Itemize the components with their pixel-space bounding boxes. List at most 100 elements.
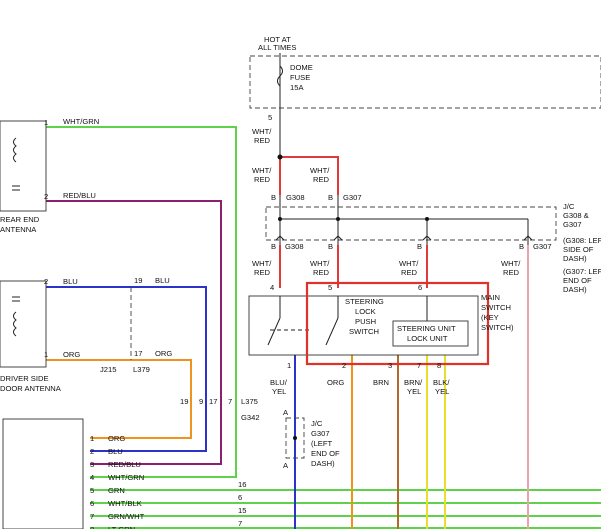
label-wht-red: RED [401,268,418,277]
connector-g342: G342 [241,413,260,422]
pin-1: 1 [287,361,291,370]
connector-b: B [328,242,333,251]
connector-g307: G307 [343,193,362,202]
lower-right-pin: 6 [238,493,242,502]
fuse-label-2: FUSE [290,73,310,82]
pin-a: A [283,461,289,470]
lower-right-pin: 16 [238,480,246,489]
connector-b: B [271,242,276,251]
rear-antenna-label: ANTENNA [0,225,37,234]
label-red-blu: RED/BLU [63,191,96,200]
label-wht-red: WHT/ [501,259,521,268]
label-wht-red: WHT/ [252,259,272,268]
label-blk-yel: BLK/ [433,378,450,387]
lower-wire-label: RED/BLU [108,460,141,469]
label-wht-red: WHT/ [310,259,330,268]
lower-wire-label: GRN [108,486,125,495]
jc-top-label: (G308: LEFT [563,236,601,245]
jc-top-box [265,206,557,241]
lower-wire-label: WHT/GRN [108,473,144,482]
driver-antenna-label: DOOR ANTENNA [0,384,62,393]
lower-pin: 8 [90,525,94,529]
label-wht-red: RED [313,268,330,277]
power-header-2: ALL TIMES [258,43,296,52]
lower-pin: 6 [90,499,94,508]
label-blu: BLU [63,277,78,286]
pin-2: 2 [342,361,346,370]
connector-g307: G307 [533,242,552,251]
label-brn-yel: YEL [407,387,421,396]
pin-5: 5 [328,283,332,292]
connector-b: B [271,193,276,202]
wire-wht-grn [46,126,237,478]
lower-pin: 3 [90,460,94,469]
steering-unit-label: STEERING UNIT [397,324,456,333]
pin-2: 2 [44,277,48,286]
jc-bottom-label: (LEFT [311,439,332,448]
lower-wire-label: BLU [108,447,123,456]
label-blk-yel: YEL [435,387,449,396]
wire-red-blu [46,200,222,465]
label-wht-red: WHT/ [252,127,272,136]
connector-b: B [519,242,524,251]
jc-top-label: J/C [563,202,575,211]
label-wht-red: WHT/ [310,166,330,175]
label-brn-yel: BRN/ [404,378,423,387]
pin-4: 4 [270,283,274,292]
lower-right-pin: 7 [238,519,242,528]
lower-wire-label: WHT/BLK [108,499,142,508]
label-org: ORG [155,349,172,358]
jc-bottom-label: DASH) [311,459,335,468]
pin-17: 17 [134,349,142,358]
connector-j215: J215 [100,365,116,374]
lower-connector-rows: 1 ORG 2 BLU 3 RED/BLU 4 WHT/GRN 5 GRN 6 WHT/BLK 7 GRN… [90,434,145,529]
pin-19: 19 [180,397,188,406]
pin-19: 19 [134,276,142,285]
steering-label: LOCK [355,307,376,316]
lower-pin: 4 [90,473,94,482]
jc-top-label: G308 & [563,211,589,220]
pin-17: 17 [209,397,217,406]
lower-wire-label: LT GRN [108,525,135,529]
label-blu-yel: YEL [272,387,286,396]
pin-7: 7 [417,361,421,370]
pin-2: 2 [44,192,48,201]
jc-top-label: DASH) [563,254,587,263]
connector-g308: G308 [285,242,304,251]
steering-unit-label: LOCK UNIT [407,334,448,343]
wire-wht-red-top [280,156,339,195]
pin-a: A [283,408,289,417]
power-pin: 5 [268,113,272,122]
main-switch-label: MAIN [481,293,500,302]
rear-antenna-box [0,120,47,212]
label-brn: BRN [373,378,389,387]
label-wht-red: RED [254,175,271,184]
fuse-label-3: 15A [290,83,304,92]
pin-3: 3 [388,361,392,370]
jc-top-label: SIDE OF [563,245,594,254]
jc-top-label: END OF [563,276,592,285]
jc-top-label: G307 [563,220,582,229]
rear-antenna-label: REAR END [0,215,40,224]
main-switch-label: (KEY [481,313,499,322]
fuse-label-1: DOME [290,63,313,72]
label-wht-red: RED [503,268,520,277]
steering-label: SWITCH [349,327,379,336]
connector-b: B [328,193,333,202]
lower-wire-label: GRN/WHT [108,512,145,521]
wire-org [46,359,192,439]
pin-7: 7 [228,397,232,406]
jc-bottom-label: END OF [311,449,340,458]
label-wht-grn: WHT/GRN [63,117,99,126]
jc-bottom-label: J/C [311,419,323,428]
label-wht-red: WHT/ [252,166,272,175]
pin-9: 9 [199,397,203,406]
pin-1: 1 [44,350,48,359]
lower-pin: 1 [90,434,94,443]
steering-label: STEERING [345,297,384,306]
connector-b: B [417,242,422,251]
pin-6: 6 [418,283,422,292]
lower-pin: 5 [90,486,94,495]
connector-l379: L379 [133,365,150,374]
steering-label: PUSH [355,317,376,326]
